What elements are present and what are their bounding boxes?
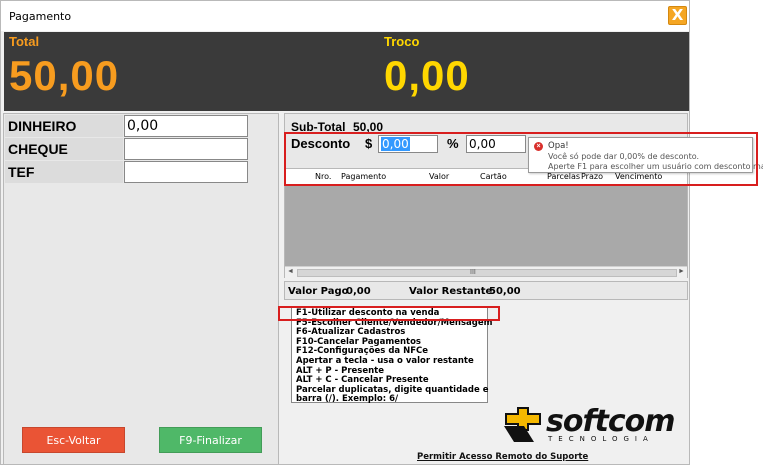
title-bar: Pagamento X xyxy=(1,1,689,31)
scroll-right-icon[interactable]: ► xyxy=(678,268,685,275)
scroll-grip-icon: III xyxy=(470,269,476,276)
cheque-label: CHEQUE xyxy=(5,138,123,160)
cheque-input[interactable] xyxy=(124,138,248,160)
troco-value: 0,00 xyxy=(384,52,470,99)
valor-pago-value: 0,00 xyxy=(346,286,371,297)
tef-label: TEF xyxy=(5,161,123,183)
f9-finalizar-button[interactable]: F9-Finalizar xyxy=(159,427,262,453)
total-value: 50,00 xyxy=(9,52,120,99)
troco-label: Troco xyxy=(384,34,420,49)
payment-row-dinheiro: DINHEIRO 0,00 xyxy=(5,115,249,137)
dinheiro-input[interactable]: 0,00 xyxy=(124,115,248,137)
valor-restante-value: 50,00 xyxy=(489,286,521,297)
tef-input[interactable] xyxy=(124,161,248,183)
highlight-f1-shortcut xyxy=(278,306,500,321)
softcom-logo-icon xyxy=(504,407,541,442)
shortcut-item: barra (/). Exemplo: 6/ xyxy=(296,394,399,405)
esc-voltar-button[interactable]: Esc-Voltar xyxy=(22,427,125,453)
close-button[interactable]: X xyxy=(668,6,687,25)
brand-name: softcom xyxy=(546,404,676,439)
highlight-desconto xyxy=(284,132,758,186)
scroll-left-icon[interactable]: ◄ xyxy=(287,268,294,275)
remote-support-link[interactable]: Permitir Acesso Remoto do Suporte xyxy=(417,452,588,462)
window-title: Pagamento xyxy=(9,10,72,23)
payment-row-cheque: CHEQUE xyxy=(5,138,249,160)
valor-restante-label: Valor Restante xyxy=(409,286,493,297)
total-label: Total xyxy=(9,34,40,49)
dinheiro-label: DINHEIRO xyxy=(5,115,123,137)
totals-header: Total 50,00 Troco 0,00 xyxy=(4,32,689,111)
payment-methods-panel: DINHEIRO 0,00 CHEQUE TEF xyxy=(3,113,279,465)
paid-remaining-bar: Valor Pago 0,00 Valor Restante 50,00 xyxy=(284,281,688,300)
payment-row-tef: TEF xyxy=(5,161,249,183)
scroll-thumb[interactable]: III xyxy=(297,269,677,277)
horizontal-scrollbar[interactable]: ◄ III ► xyxy=(285,266,687,278)
valor-pago-label: Valor Pago xyxy=(288,286,349,297)
brand-subtitle: TECNOLOGIA xyxy=(548,435,654,443)
softcom-logo: softcom TECNOLOGIA xyxy=(500,404,680,446)
